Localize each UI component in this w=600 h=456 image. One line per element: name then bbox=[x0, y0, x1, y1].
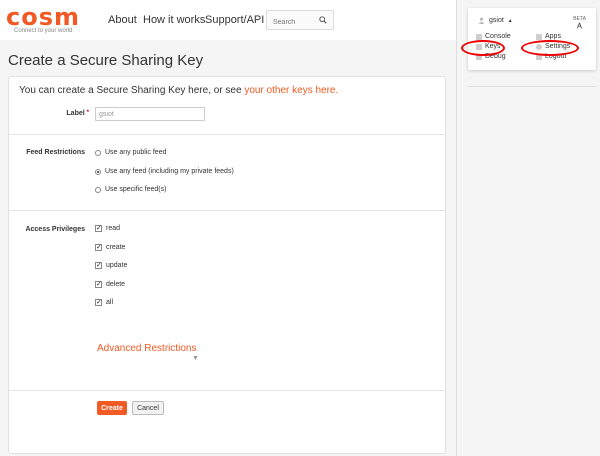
nav-about[interactable]: About bbox=[108, 14, 137, 26]
beta-badge: BETA bbox=[573, 17, 586, 31]
user-icon bbox=[478, 17, 485, 24]
divider bbox=[9, 210, 445, 211]
privilege-label: update bbox=[106, 262, 128, 269]
user-menu-toggle[interactable]: gsiot ▲ bbox=[478, 17, 513, 24]
access-privileges-label: Access Privileges bbox=[25, 226, 85, 233]
create-button[interactable]: Create bbox=[97, 401, 127, 415]
checkbox-checked[interactable]: ✓ bbox=[95, 225, 102, 232]
menu-item-label: Console bbox=[485, 33, 511, 40]
privilege-all[interactable]: ✓ all bbox=[95, 299, 113, 306]
label-field-label: Label * bbox=[49, 110, 89, 117]
cancel-button[interactable]: Cancel bbox=[132, 401, 164, 415]
privilege-create[interactable]: ✓ create bbox=[95, 244, 125, 251]
menu-item-label: Apps bbox=[545, 33, 561, 40]
search-icon[interactable] bbox=[319, 15, 327, 25]
search-box bbox=[266, 10, 334, 32]
user-menu-dropdown: gsiot ▲ BETA Console Apps Keys Settings … bbox=[461, 8, 596, 70]
caret-up-icon: ▲ bbox=[507, 17, 513, 24]
intro-text: You can create a Secure Sharing Key here… bbox=[19, 85, 338, 96]
privilege-label: read bbox=[106, 225, 121, 232]
logo-tagline: Connect to your world bbox=[14, 28, 73, 34]
privilege-label: all bbox=[106, 299, 114, 306]
privilege-label: delete bbox=[106, 281, 126, 288]
radio-button-selected[interactable] bbox=[95, 168, 101, 175]
label-label-text: Label bbox=[66, 110, 85, 117]
sidebar-divider bbox=[468, 86, 596, 87]
username: gsiot bbox=[489, 17, 504, 24]
divider bbox=[9, 134, 445, 135]
chevron-down-icon[interactable]: ▼ bbox=[192, 355, 199, 362]
feed-option-label: Use specific feed(s) bbox=[105, 186, 167, 193]
top-bar: cosm Connect to your world About How it … bbox=[0, 0, 456, 40]
radio-button[interactable] bbox=[95, 149, 101, 156]
menu-item-console[interactable]: Console bbox=[476, 33, 511, 40]
console-icon bbox=[476, 33, 482, 40]
page-title: Create a Secure Sharing Key bbox=[8, 52, 204, 69]
radio-button[interactable] bbox=[95, 186, 101, 193]
nav-support-api[interactable]: Support/API bbox=[205, 14, 264, 26]
other-keys-link[interactable]: your other keys here. bbox=[244, 85, 338, 96]
menu-item-apps[interactable]: Apps bbox=[536, 33, 561, 40]
feed-option-label: Use any public feed bbox=[105, 149, 167, 156]
privilege-read[interactable]: ✓ read bbox=[95, 225, 120, 232]
intro-sentence: You can create a Secure Sharing Key here… bbox=[19, 85, 245, 96]
privilege-label: create bbox=[106, 244, 126, 251]
checkbox-checked[interactable]: ✓ bbox=[95, 244, 102, 251]
settings-highlight-ellipse bbox=[521, 40, 579, 56]
feed-option-label: Use any feed (including my private feeds… bbox=[105, 168, 234, 175]
advanced-restrictions-link[interactable]: Advanced Restrictions bbox=[97, 343, 197, 354]
apps-icon bbox=[536, 33, 542, 40]
feed-option-any[interactable]: Use any feed (including my private feeds… bbox=[95, 168, 234, 175]
checkbox-checked[interactable]: ✓ bbox=[95, 299, 102, 306]
feed-option-public[interactable]: Use any public feed bbox=[95, 149, 166, 156]
checkbox-checked[interactable]: ✓ bbox=[95, 262, 102, 269]
required-mark: * bbox=[86, 110, 89, 116]
checkbox-checked[interactable]: ✓ bbox=[95, 281, 102, 288]
feed-restrictions-label: Feed Restrictions bbox=[26, 149, 85, 156]
antenna-icon bbox=[577, 22, 583, 29]
search-input[interactable] bbox=[267, 13, 317, 32]
logo-wordmark: cosm bbox=[6, 3, 81, 31]
divider bbox=[9, 390, 445, 391]
privilege-update[interactable]: ✓ update bbox=[95, 262, 127, 269]
feed-option-specific[interactable]: Use specific feed(s) bbox=[95, 186, 166, 193]
privilege-delete[interactable]: ✓ delete bbox=[95, 281, 125, 288]
key-form-panel: You can create a Secure Sharing Key here… bbox=[8, 76, 446, 454]
label-input[interactable] bbox=[95, 107, 205, 121]
nav-how-it-works[interactable]: How it works bbox=[143, 14, 205, 26]
cosm-logo[interactable]: cosm Connect to your world bbox=[6, 3, 81, 34]
keys-highlight-ellipse bbox=[461, 40, 505, 56]
